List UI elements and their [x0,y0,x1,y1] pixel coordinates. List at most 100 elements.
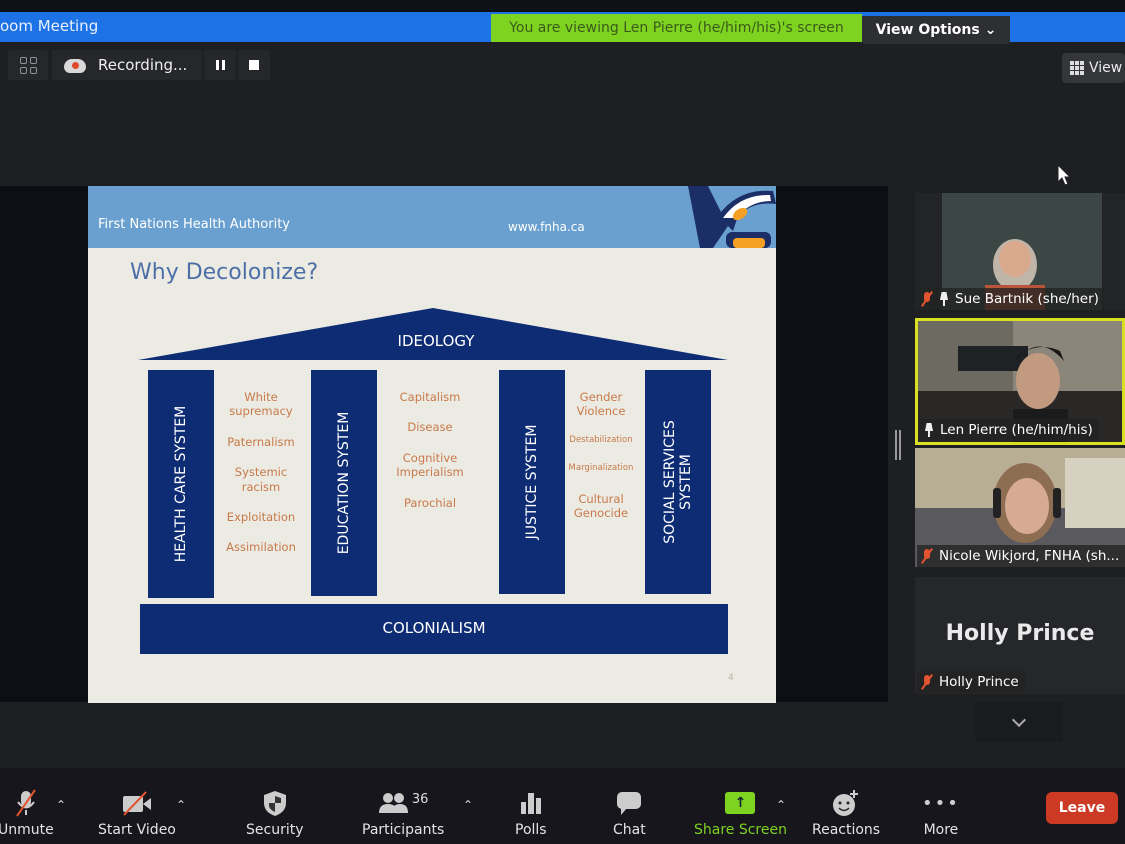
pillar-health-care: HEALTH CARE SYSTEM [148,370,214,598]
pause-recording-button[interactable] [204,50,236,80]
pillar-label-line: SOCIAL SERVICES [661,420,678,544]
pillar-label: SOCIAL SERVICES SYSTEM [662,420,694,544]
participant-display-name: Holly Prince [945,621,1095,646]
pillar-education: EDUCATION SYSTEM [311,370,377,596]
participant-name-tag: Len Pierre (he/him/his) [920,419,1099,441]
pillar-label-line: SYSTEM [678,454,694,510]
participants-label: Participants [362,822,445,838]
grid-icon [19,56,37,74]
share-screen-label: Share Screen [694,822,787,838]
unmute-label: Unmute [0,822,54,838]
force-item: Cognitive Imperialism [396,450,464,480]
participant-tile[interactable]: Sue Bartnik (she/her) [915,193,1125,310]
unmute-button[interactable]: Unmute [0,788,54,838]
participant-tile-active-speaker[interactable]: Len Pierre (he/him/his) [915,318,1125,445]
chat-button[interactable]: Chat [613,788,646,838]
scroll-participants-down-button[interactable] [975,702,1063,742]
security-button[interactable]: Security [246,788,304,838]
more-icon: ••• [922,792,960,814]
force-item: Exploitation [226,509,296,524]
participants-button[interactable]: 36 Participants [362,788,445,839]
force-item: Parochial [403,495,457,510]
chat-icon [615,788,643,818]
presentation-slide: First Nations Health Authority www.fnha.… [88,186,776,703]
force-item: Disease [407,420,453,435]
stop-icon [249,60,259,70]
viewing-screen-banner: You are viewing Len Pierre (he/him/his)'… [491,14,862,42]
force-item: Assimilation [226,540,296,555]
force-item: Cultural Genocide [573,492,629,521]
org-url: www.fnha.ca [508,220,585,234]
roof-label: IDEOLOGY [397,332,475,350]
participant-name-tag: Sue Bartnik (she/her) [917,288,1105,310]
more-button[interactable]: ••• More [922,788,960,839]
window-title: oom Meeting [0,17,99,35]
view-options-label: View Options [875,22,980,38]
participant-name: Holly Prince [939,674,1019,690]
start-video-label: Start Video [98,822,176,838]
grid-icon [1070,61,1084,75]
polls-icon [518,788,544,818]
muted-mic-icon [921,291,933,307]
participant-tile-video-off[interactable]: Holly Prince Holly Prince [915,577,1125,694]
participant-name-tag: Nicole Wikjord, FNHA (sh... [917,545,1125,567]
force-item: Gender Violence [576,390,626,419]
chevron-down-icon [1011,712,1027,727]
polls-label: Polls [515,822,547,838]
recording-bar: Recording... [52,50,270,80]
participant-tile[interactable]: Nicole Wikjord, FNHA (sh... [915,448,1125,567]
security-label: Security [246,822,304,838]
colonialism-foundation: COLONIALISM [140,604,728,654]
participant-name-tag: Holly Prince [917,671,1025,693]
recording-status: Recording... [52,50,202,80]
video-off-icon [120,788,154,818]
pin-icon [939,292,949,306]
force-item: Marginalization [568,463,634,474]
pin-icon [924,423,934,437]
view-button[interactable]: View [1062,53,1125,83]
participants-options-caret[interactable]: ⌃ [463,798,473,812]
force-item: White supremacy [229,390,293,419]
panel-resize-handle[interactable] [895,430,901,460]
force-item: Destabilization [569,434,633,445]
participants-icon [378,793,408,813]
pillar-social-services: SOCIAL SERVICES SYSTEM [645,370,711,594]
more-label: More [923,822,959,838]
share-options-caret[interactable]: ⌃ [776,798,786,812]
muted-mic-icon [921,674,933,690]
pillar-label: JUSTICE SYSTEM [523,424,540,540]
forces-column-2: Capitalism Disease Cognitive Imperialism… [388,390,472,526]
forces-column-1: White supremacy Paternalism Systemic rac… [221,390,301,571]
fnha-logo-icon [688,186,776,248]
share-screen-icon-wrap: ↑ [725,788,756,818]
audio-options-caret[interactable]: ⌃ [56,798,66,812]
participants-icon-group: 36 [378,788,428,818]
participant-name: Nicole Wikjord, FNHA (sh... [939,548,1120,564]
share-screen-icon: ↑ [725,792,756,814]
gallery-toggle-button[interactable] [8,50,48,80]
view-options-button[interactable]: View Options ⌄ [862,16,1010,44]
slide-page-number: 4 [728,673,734,683]
reactions-icon [831,788,861,818]
participant-name: Sue Bartnik (she/her) [955,291,1099,307]
share-screen-button[interactable]: ↑ Share Screen [694,788,787,838]
pillar-justice: JUSTICE SYSTEM [499,370,565,594]
slide-title: Why Decolonize? [130,260,319,285]
polls-button[interactable]: Polls [515,788,547,838]
force-item: Paternalism [227,434,295,449]
video-options-caret[interactable]: ⌃ [176,798,186,812]
start-video-button[interactable]: Start Video [98,788,176,838]
leave-button[interactable]: Leave [1046,792,1118,824]
pillar-label: EDUCATION SYSTEM [335,411,352,555]
muted-mic-icon [11,788,41,818]
reactions-label: Reactions [812,822,881,838]
view-label: View [1089,60,1123,76]
muted-mic-icon [921,548,933,564]
participant-name: Len Pierre (he/him/his) [940,422,1093,438]
stop-recording-button[interactable] [238,50,270,80]
org-name: First Nations Health Authority [98,217,290,232]
meeting-toolbar: Unmute ⌃ Start Video ⌃ Security 36 Parti… [0,768,1125,844]
pillar-label: HEALTH CARE SYSTEM [172,405,189,563]
reactions-button[interactable]: Reactions [812,788,880,838]
shield-icon [261,788,289,818]
